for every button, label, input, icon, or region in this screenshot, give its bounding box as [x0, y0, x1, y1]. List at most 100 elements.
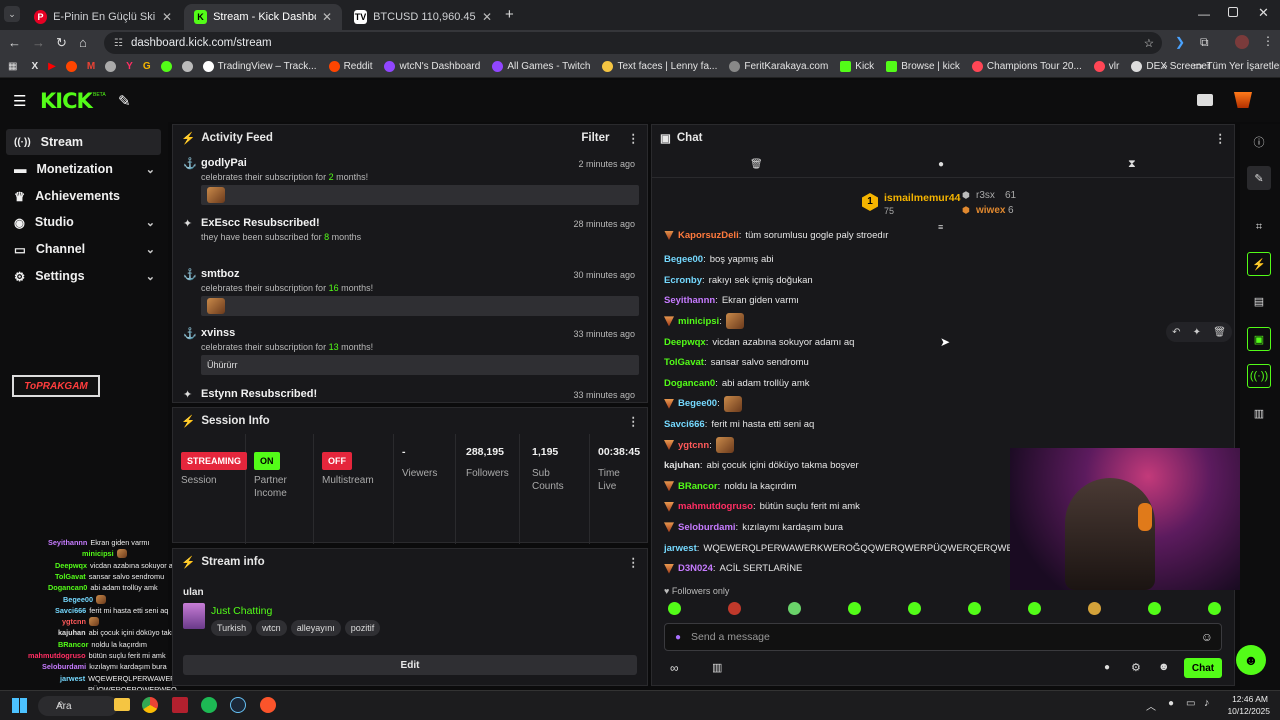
edit-button[interactable]: Edit [183, 655, 637, 675]
volume-icon[interactable]: ♪ [1204, 697, 1210, 709]
bookmark-icon[interactable] [181, 61, 193, 72]
windows-start-icon[interactable] [12, 698, 27, 713]
category-link[interactable]: Just Chatting [211, 605, 272, 617]
more-options-icon[interactable]: ⋮ [628, 131, 640, 145]
close-tab-icon[interactable]: ✕ [322, 10, 332, 24]
site-info-icon[interactable]: ☷ [114, 38, 123, 49]
scan-icon[interactable]: ⌗ [1247, 215, 1271, 239]
emote-shortcut[interactable] [1148, 602, 1161, 615]
delete-icon[interactable]: 🗑 [1213, 327, 1226, 338]
bookmark-star-icon[interactable]: ☆ [1144, 36, 1154, 50]
chat-username[interactable]: KaporsuzDeli [678, 231, 739, 241]
trash-icon[interactable]: 🗑 [750, 159, 763, 170]
emote-shortcut[interactable] [1088, 602, 1101, 615]
chat-username[interactable]: Ecronby [664, 275, 702, 286]
emote-shortcut[interactable] [1028, 602, 1041, 615]
home-icon[interactable]: ⌂ [79, 35, 87, 50]
info-icon[interactable]: ⓘ [1247, 130, 1271, 154]
x-bookmark-icon[interactable]: X [31, 61, 38, 72]
brave-icon[interactable] [260, 697, 276, 713]
chat-username[interactable]: Seloburdami [678, 522, 736, 533]
more-options-icon[interactable]: ⋮ [1215, 131, 1227, 145]
chat-message[interactable]: kajuhan: abi çocuk içini döküyo takma boş… [664, 458, 859, 474]
chat-bubble-icon[interactable]: ● [938, 159, 944, 170]
emote-shortcut[interactable] [1208, 602, 1221, 615]
reload-icon[interactable]: ↻ [56, 35, 67, 51]
pencil-icon[interactable]: ✎ [1247, 166, 1271, 190]
chat-input[interactable]: ● Send a message ☺ [664, 623, 1222, 651]
layout-icon[interactable]: ▥ [1247, 401, 1271, 425]
apps-grid-icon[interactable]: ▦ [8, 61, 17, 72]
chat-message[interactable]: TolGavat: sansar salvo sendromu [664, 355, 809, 371]
chat-settings-bubble-icon[interactable]: ● [1104, 662, 1110, 673]
tab-pinterest[interactable]: P E-Pinin En Güçlü Skilli - Pindirin ✕ [24, 4, 182, 30]
bookmark-browse-kick[interactable]: Browse | kick [886, 61, 960, 72]
extensions-puzzle-icon[interactable]: ⧉ [1200, 35, 1209, 50]
gear-icon[interactable]: ⚙ [1131, 661, 1141, 674]
lightning-icon[interactable]: ⚡ [1247, 252, 1271, 276]
taskbar-date[interactable]: 10/12/2025 [1220, 706, 1270, 716]
tab-list-button[interactable]: ⌄ [4, 6, 20, 22]
store-icon[interactable]: ▥ [712, 661, 722, 674]
maximize-icon[interactable] [1228, 7, 1238, 17]
chat-username[interactable]: Begee00 [678, 398, 717, 409]
tag-chip[interactable]: pozitif [344, 620, 381, 636]
more-options-icon[interactable]: ⋮ [628, 414, 640, 428]
bookmark-icon[interactable]: G [143, 61, 151, 72]
chat-message[interactable]: ygtcnn: [664, 437, 738, 453]
emote-shortcut[interactable] [728, 602, 741, 615]
network-icon[interactable]: ▭ [1186, 698, 1195, 709]
infinity-icon[interactable]: ∞ [670, 661, 679, 675]
emote-shortcut[interactable] [968, 602, 981, 615]
hamburger-menu-icon[interactable]: ☰ [13, 92, 26, 110]
bookmark-kick[interactable]: Kick [840, 61, 874, 72]
spotify-icon[interactable] [201, 697, 217, 713]
tab-kick-dashboard[interactable]: K Stream - Kick Dashboard ✕ [184, 4, 342, 30]
chat-username[interactable]: minicipsi [678, 316, 719, 327]
sidebar-item-settings[interactable]: ⚙ Settings ⌄ [6, 263, 161, 289]
edit-pen-icon[interactable]: ✎ [118, 92, 131, 110]
chat-message[interactable]: minicipsi: [664, 313, 748, 330]
streamer-mode-icon[interactable] [1197, 94, 1213, 106]
pin-icon[interactable]: ✦ [1193, 327, 1201, 338]
emote-shortcut[interactable] [908, 602, 921, 615]
sidebar-item-channel[interactable]: ▭ Channel ⌄ [6, 236, 161, 262]
bookmark-reddit[interactable]: Reddit [328, 61, 372, 72]
more-bookmarks-icon[interactable]: » [1162, 61, 1168, 72]
close-window-icon[interactable]: ✕ [1258, 5, 1269, 21]
chat-username[interactable]: mahmutdogruso [678, 501, 753, 512]
tag-chip[interactable]: Turkish [211, 620, 253, 636]
chrome-icon[interactable] [142, 697, 158, 713]
bookmark-icon[interactable] [160, 61, 172, 72]
bookmark-all-games[interactable]: All Games - Twitch [492, 61, 590, 72]
chat-username[interactable]: D3N024 [678, 563, 713, 574]
broadcast-icon[interactable]: ((·)) [1247, 364, 1271, 388]
sidebar-item-studio[interactable]: ◉ Studio ⌄ [6, 209, 161, 235]
chat-username[interactable]: Dogancan0 [664, 378, 715, 389]
back-icon[interactable]: ← [8, 35, 21, 50]
chat-message[interactable]: Ecronby: rakıyı sek içmiş doğukan [664, 272, 813, 288]
new-tab-button[interactable]: + [505, 6, 514, 23]
sidebar-item-stream[interactable]: ((·)) Stream [6, 129, 161, 155]
hourglass-icon[interactable]: ⧗ [1128, 158, 1136, 171]
taskbar-time[interactable]: 12:46 AM [1226, 694, 1268, 704]
chat-message[interactable]: D3N024: ACİL SERTLARİNE [664, 561, 802, 577]
mic-tray-icon[interactable]: ● [1168, 698, 1174, 709]
kick-logo[interactable]: KICK [40, 89, 93, 113]
profile-avatar[interactable] [1235, 35, 1249, 49]
chat-username[interactable]: kajuhan [664, 460, 700, 471]
chat-message[interactable]: Seyithannn: Ekran giden varmı [664, 293, 799, 309]
tab-tradingview[interactable]: TV BTCUSD 110,960.45 ▼ −1.79% ✕ [344, 4, 502, 30]
bookmark-tradingview[interactable]: TradingView – Track... [202, 61, 317, 72]
file-explorer-icon[interactable] [114, 698, 130, 711]
filter-button[interactable]: Filter [581, 132, 609, 144]
chat-username[interactable]: Savci666 [664, 419, 705, 430]
send-chat-button[interactable]: Chat [1184, 658, 1222, 678]
more-options-icon[interactable]: ⋮ [628, 555, 640, 569]
tag-chip[interactable]: wtcn [256, 620, 287, 636]
chat-message[interactable]: jarwest: WQEWERQLPERWAWERKWEROĞQQWERQWERP… [664, 540, 1042, 556]
bookmark-vlr[interactable]: vlr [1093, 61, 1119, 72]
minimize-icon[interactable]: — [1198, 7, 1210, 21]
chat-message[interactable]: Begee00: boş yapmış abi [664, 252, 774, 268]
emote-shortcut[interactable] [668, 602, 681, 615]
